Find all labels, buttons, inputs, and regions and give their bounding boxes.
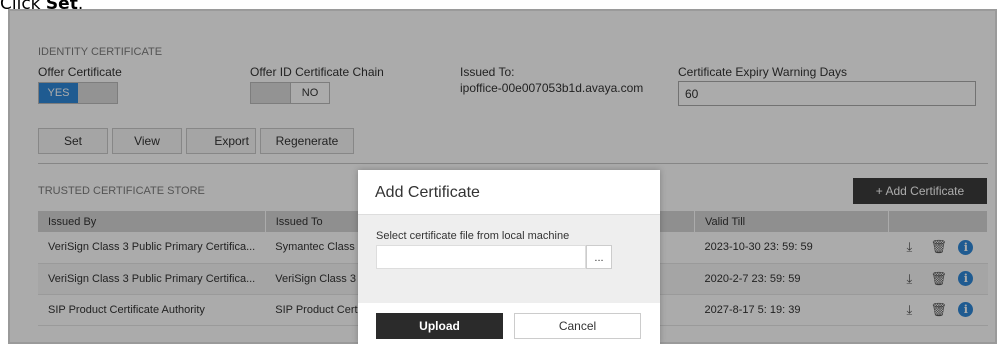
browse-button[interactable]: ...: [586, 245, 612, 269]
file-select-label: Select certificate file from local machi…: [376, 230, 570, 242]
file-path-input[interactable]: [376, 245, 586, 269]
upload-button[interactable]: Upload: [376, 313, 503, 339]
cancel-button[interactable]: Cancel: [514, 313, 641, 339]
dialog-title: Add Certificate: [358, 170, 660, 215]
add-certificate-dialog: Add Certificate Select certificate file …: [358, 170, 660, 344]
